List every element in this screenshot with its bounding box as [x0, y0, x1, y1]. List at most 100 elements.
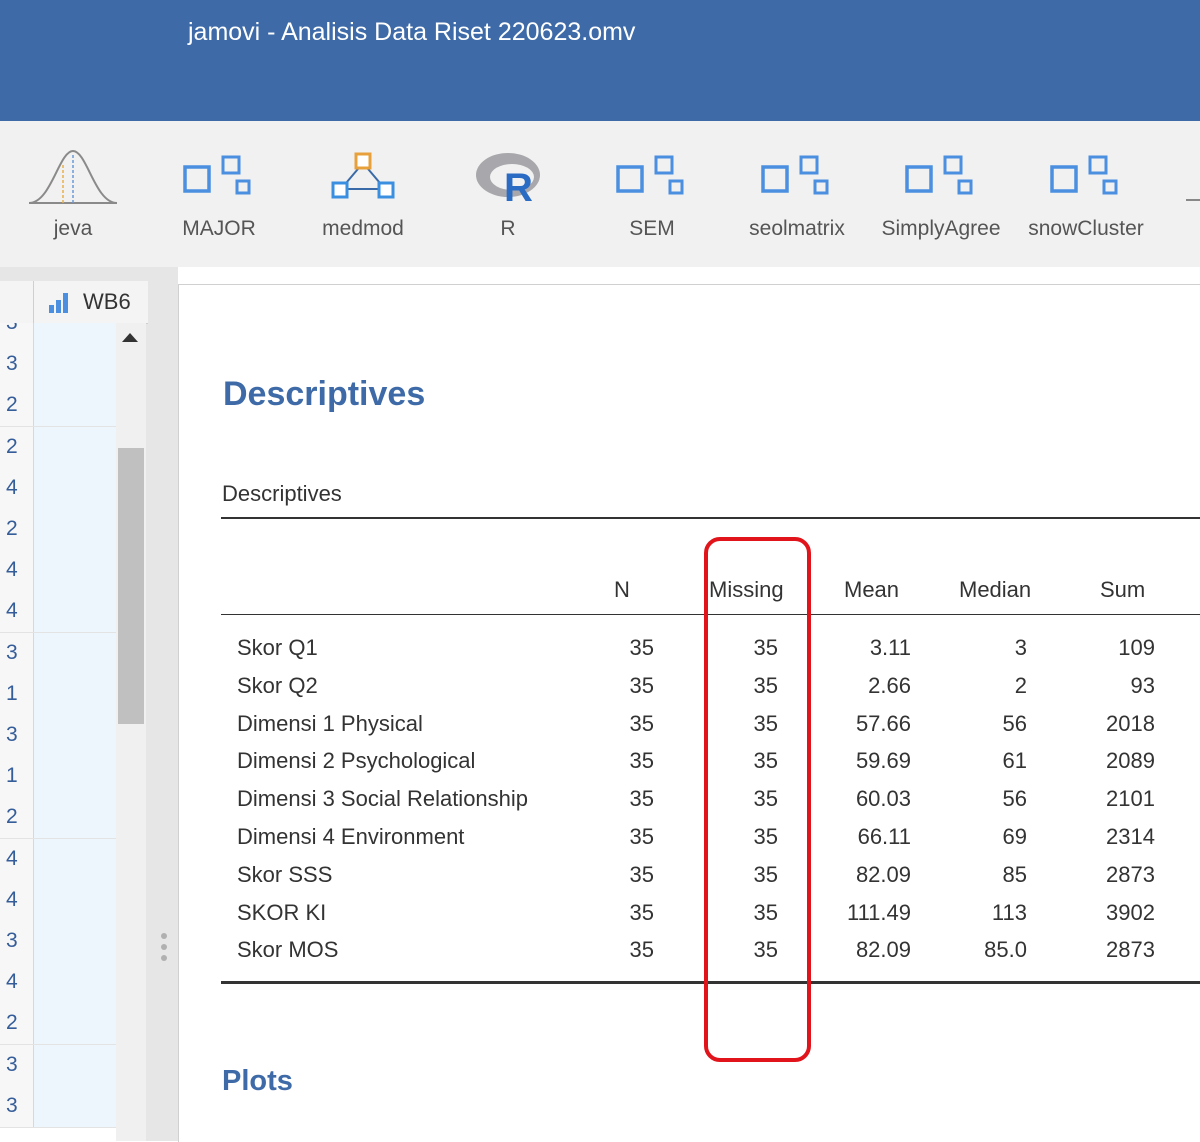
row-value: 4: [6, 475, 18, 499]
table-cell-median: 85: [1002, 861, 1027, 887]
ribbon-item-major[interactable]: MAJOR: [151, 145, 287, 255]
row-value-cell[interactable]: 4: [0, 838, 34, 880]
data-row[interactable]: 2: [0, 797, 116, 840]
col-header-sum: Sum: [1100, 577, 1146, 602]
wb6-cell[interactable]: [34, 344, 116, 386]
table-cell-median: 85.0: [984, 937, 1027, 963]
column-name: WB6: [83, 289, 131, 314]
table-cell-median: 56: [1002, 710, 1027, 736]
scrollbar-thumb[interactable]: [118, 448, 144, 724]
data-row[interactable]: 3: [0, 1044, 116, 1087]
module-icon: [905, 155, 973, 195]
data-row[interactable]: 4: [0, 962, 116, 1005]
header-divider: [33, 281, 34, 323]
window-title: jamovi - Analisis Data Riset 220623.omv: [188, 18, 636, 46]
module-icon: [183, 155, 251, 195]
row-value-cell[interactable]: 3: [0, 1044, 34, 1086]
row-value-cell[interactable]: 1: [0, 673, 34, 715]
row-value-cell[interactable]: 3: [0, 323, 34, 344]
column-header[interactable]: WB6: [0, 281, 148, 324]
data-row[interactable]: 2: [0, 1003, 116, 1046]
row-value: 2: [6, 434, 18, 458]
row-value-cell[interactable]: 4: [0, 591, 34, 633]
wb6-cell[interactable]: [34, 591, 116, 633]
vertical-scrollbar[interactable]: [116, 323, 146, 1141]
wb6-cell[interactable]: [34, 550, 116, 592]
data-row[interactable]: 3: [0, 1085, 116, 1128]
ribbon-item-snowcluster[interactable]: snowCluster: [1018, 145, 1154, 255]
data-row[interactable]: 4: [0, 550, 116, 593]
wb6-cell[interactable]: [34, 756, 116, 798]
ribbon-item-r[interactable]: R R: [440, 145, 576, 255]
mediation-triangle-icon: [331, 152, 395, 199]
table-cell-n: 35: [629, 899, 654, 925]
table-cell-mean: 57.66: [855, 710, 911, 736]
table-cell-sum: 93: [1130, 672, 1155, 698]
data-row[interactable]: 3: [0, 344, 116, 387]
ribbon-item-simplyagree[interactable]: SimplyAgree: [873, 145, 1009, 255]
row-value-cell[interactable]: 4: [0, 467, 34, 509]
row-value-cell[interactable]: 4: [0, 879, 34, 921]
wb6-cell[interactable]: [34, 1085, 116, 1127]
row-value: 4: [6, 970, 18, 994]
row-value-cell[interactable]: 2: [0, 426, 34, 468]
bar-chart-icon: [49, 293, 68, 313]
wb6-cell[interactable]: [34, 1044, 116, 1086]
wb6-cell[interactable]: [34, 962, 116, 1004]
data-row[interactable]: 4: [0, 591, 116, 634]
svg-text:R: R: [504, 166, 533, 207]
table-row-name: Dimensi 3 Social Relationship: [237, 786, 529, 812]
data-row[interactable]: 4: [0, 467, 116, 510]
row-value: 1: [6, 681, 18, 705]
data-row[interactable]: 1: [0, 673, 116, 716]
data-row[interactable]: 3: [0, 921, 116, 963]
ribbon-item-sem[interactable]: SEM: [584, 145, 720, 255]
row-value-cell[interactable]: 2: [0, 1003, 34, 1045]
wb6-cell[interactable]: [34, 632, 116, 674]
wb6-cell[interactable]: [34, 426, 116, 468]
row-value-cell[interactable]: 3: [0, 715, 34, 756]
ribbon-item-seolmatrix[interactable]: seolmatrix: [729, 145, 865, 255]
data-row[interactable]: 1: [0, 756, 116, 799]
wb6-cell[interactable]: [34, 797, 116, 839]
wb6-cell[interactable]: [34, 385, 116, 427]
wb6-cell[interactable]: [34, 509, 116, 550]
panel-splitter-handle[interactable]: [160, 933, 168, 963]
data-row[interactable]: 2: [0, 509, 116, 551]
row-value: 1: [6, 764, 18, 788]
data-row[interactable]: 3: [0, 632, 116, 675]
row-value-cell[interactable]: 3: [0, 921, 34, 962]
row-value: 3: [6, 929, 18, 952]
wb6-cell[interactable]: [34, 921, 116, 962]
wb6-cell[interactable]: [34, 467, 116, 509]
wb6-cell[interactable]: [34, 879, 116, 921]
data-row[interactable]: 3: [0, 323, 116, 345]
table-cell-mean: 82.09: [855, 937, 911, 963]
wb6-cell[interactable]: [34, 715, 116, 756]
row-value-cell[interactable]: 3: [0, 1085, 34, 1127]
row-value-cell[interactable]: 3: [0, 632, 34, 674]
data-row[interactable]: 2: [0, 426, 116, 469]
data-row[interactable]: 4: [0, 879, 116, 922]
table-cell-sum: 2873: [1106, 861, 1155, 887]
row-value-cell[interactable]: 4: [0, 962, 34, 1004]
row-value-cell[interactable]: 2: [0, 797, 34, 839]
ribbon-item-jeva[interactable]: jeva: [5, 145, 141, 255]
row-value-cell[interactable]: 2: [0, 509, 34, 550]
wb6-cell[interactable]: [34, 838, 116, 880]
row-value-cell[interactable]: 1: [0, 756, 34, 798]
data-row[interactable]: 2: [0, 385, 116, 428]
analysis-title[interactable]: Descriptives: [223, 375, 425, 414]
row-value: 2: [6, 1011, 18, 1035]
scroll-up-arrow-icon[interactable]: [122, 333, 138, 342]
row-value-cell[interactable]: 3: [0, 344, 34, 386]
wb6-cell[interactable]: [34, 323, 116, 344]
wb6-cell[interactable]: [34, 673, 116, 715]
ribbon-item-medmod[interactable]: medmod: [295, 145, 431, 255]
data-row[interactable]: 4: [0, 838, 116, 881]
data-row[interactable]: 3: [0, 715, 116, 757]
row-value-cell[interactable]: 4: [0, 550, 34, 592]
wb6-cell[interactable]: [34, 1003, 116, 1045]
table-cell-n: 35: [629, 861, 654, 887]
row-value-cell[interactable]: 2: [0, 385, 34, 427]
